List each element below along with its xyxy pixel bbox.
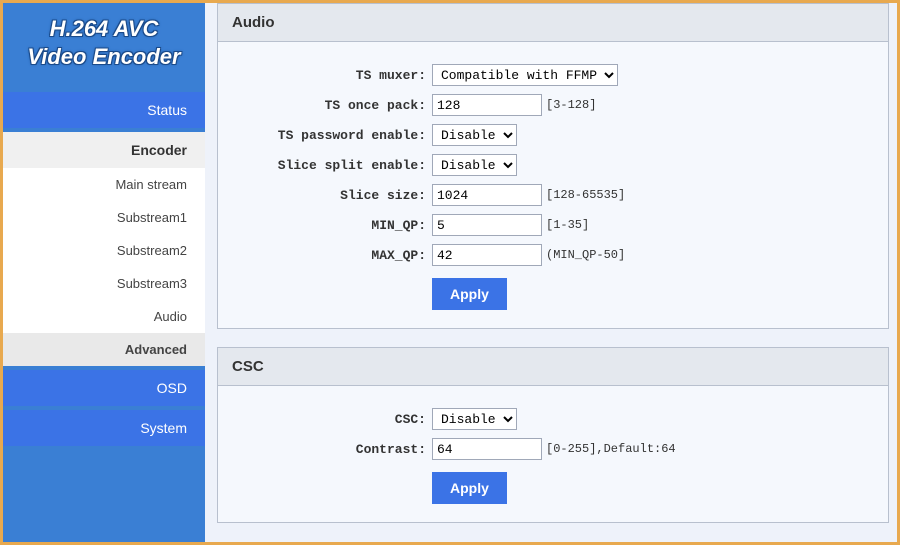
contrast-input[interactable] — [432, 438, 542, 460]
ts-muxer-label: TS muxer: — [236, 68, 426, 83]
sidebar-item-substream1[interactable]: Substream1 — [3, 201, 205, 234]
sidebar-section-encoder[interactable]: Encoder — [3, 132, 205, 168]
slice-size-row: Slice size: [128-65535] — [236, 184, 870, 206]
csc-label: CSC: — [236, 412, 426, 427]
contrast-hint: [0-255],Default:64 — [546, 442, 676, 456]
csc-apply-button[interactable]: Apply — [432, 472, 507, 504]
max-qp-label: MAX_QP: — [236, 248, 426, 263]
audio-panel-body: TS muxer: Compatible with FFMPEG TS once… — [218, 42, 888, 328]
sidebar-item-status[interactable]: Status — [3, 92, 205, 128]
max-qp-hint: (MIN_QP-50] — [546, 248, 625, 262]
ts-muxer-row: TS muxer: Compatible with FFMPEG — [236, 64, 870, 86]
slice-size-hint: [128-65535] — [546, 188, 625, 202]
max-qp-input[interactable] — [432, 244, 542, 266]
slice-split-row: Slice split enable: Disable — [236, 154, 870, 176]
sidebar-item-osd[interactable]: OSD — [3, 370, 205, 406]
sidebar-item-audio[interactable]: Audio — [3, 300, 205, 333]
ts-once-pack-label: TS once pack: — [236, 98, 426, 113]
csc-row: CSC: Disable — [236, 408, 870, 430]
slice-size-input[interactable] — [432, 184, 542, 206]
sidebar-item-system[interactable]: System — [3, 410, 205, 446]
min-qp-input[interactable] — [432, 214, 542, 236]
slice-split-select[interactable]: Disable — [432, 154, 517, 176]
csc-select[interactable]: Disable — [432, 408, 517, 430]
ts-once-pack-input[interactable] — [432, 94, 542, 116]
sidebar-item-advanced[interactable]: Advanced — [3, 333, 205, 366]
min-qp-row: MIN_QP: [1-35] — [236, 214, 870, 236]
max-qp-row: MAX_QP: (MIN_QP-50] — [236, 244, 870, 266]
csc-panel-body: CSC: Disable Contrast: [0-255],Default:6… — [218, 386, 888, 522]
audio-panel: Audio TS muxer: Compatible with FFMPEG T… — [217, 3, 889, 329]
audio-apply-button[interactable]: Apply — [432, 278, 507, 310]
content-area: Audio TS muxer: Compatible with FFMPEG T… — [205, 3, 897, 542]
sidebar-item-substream2[interactable]: Substream2 — [3, 234, 205, 267]
sidebar-item-substream3[interactable]: Substream3 — [3, 267, 205, 300]
contrast-label: Contrast: — [236, 442, 426, 457]
ts-once-pack-hint: [3-128] — [546, 98, 596, 112]
ts-pw-enable-select[interactable]: Disable — [432, 124, 517, 146]
sidebar: H.264 AVC Video Encoder Status Encoder M… — [3, 3, 205, 542]
audio-panel-title: Audio — [218, 4, 888, 42]
csc-panel: CSC CSC: Disable Contrast: [0-255],Defau… — [217, 347, 889, 523]
logo: H.264 AVC Video Encoder — [3, 3, 205, 88]
sidebar-item-main-stream[interactable]: Main stream — [3, 168, 205, 201]
min-qp-label: MIN_QP: — [236, 218, 426, 233]
logo-line2: Video Encoder — [11, 43, 197, 71]
contrast-row: Contrast: [0-255],Default:64 — [236, 438, 870, 460]
slice-split-label: Slice split enable: — [236, 158, 426, 173]
ts-pw-enable-row: TS password enable: Disable — [236, 124, 870, 146]
csc-panel-title: CSC — [218, 348, 888, 386]
min-qp-hint: [1-35] — [546, 218, 589, 232]
logo-line1: H.264 AVC — [11, 15, 197, 43]
ts-pw-enable-label: TS password enable: — [236, 128, 426, 143]
ts-once-pack-row: TS once pack: [3-128] — [236, 94, 870, 116]
slice-size-label: Slice size: — [236, 188, 426, 203]
ts-muxer-select[interactable]: Compatible with FFMPEG — [432, 64, 618, 86]
